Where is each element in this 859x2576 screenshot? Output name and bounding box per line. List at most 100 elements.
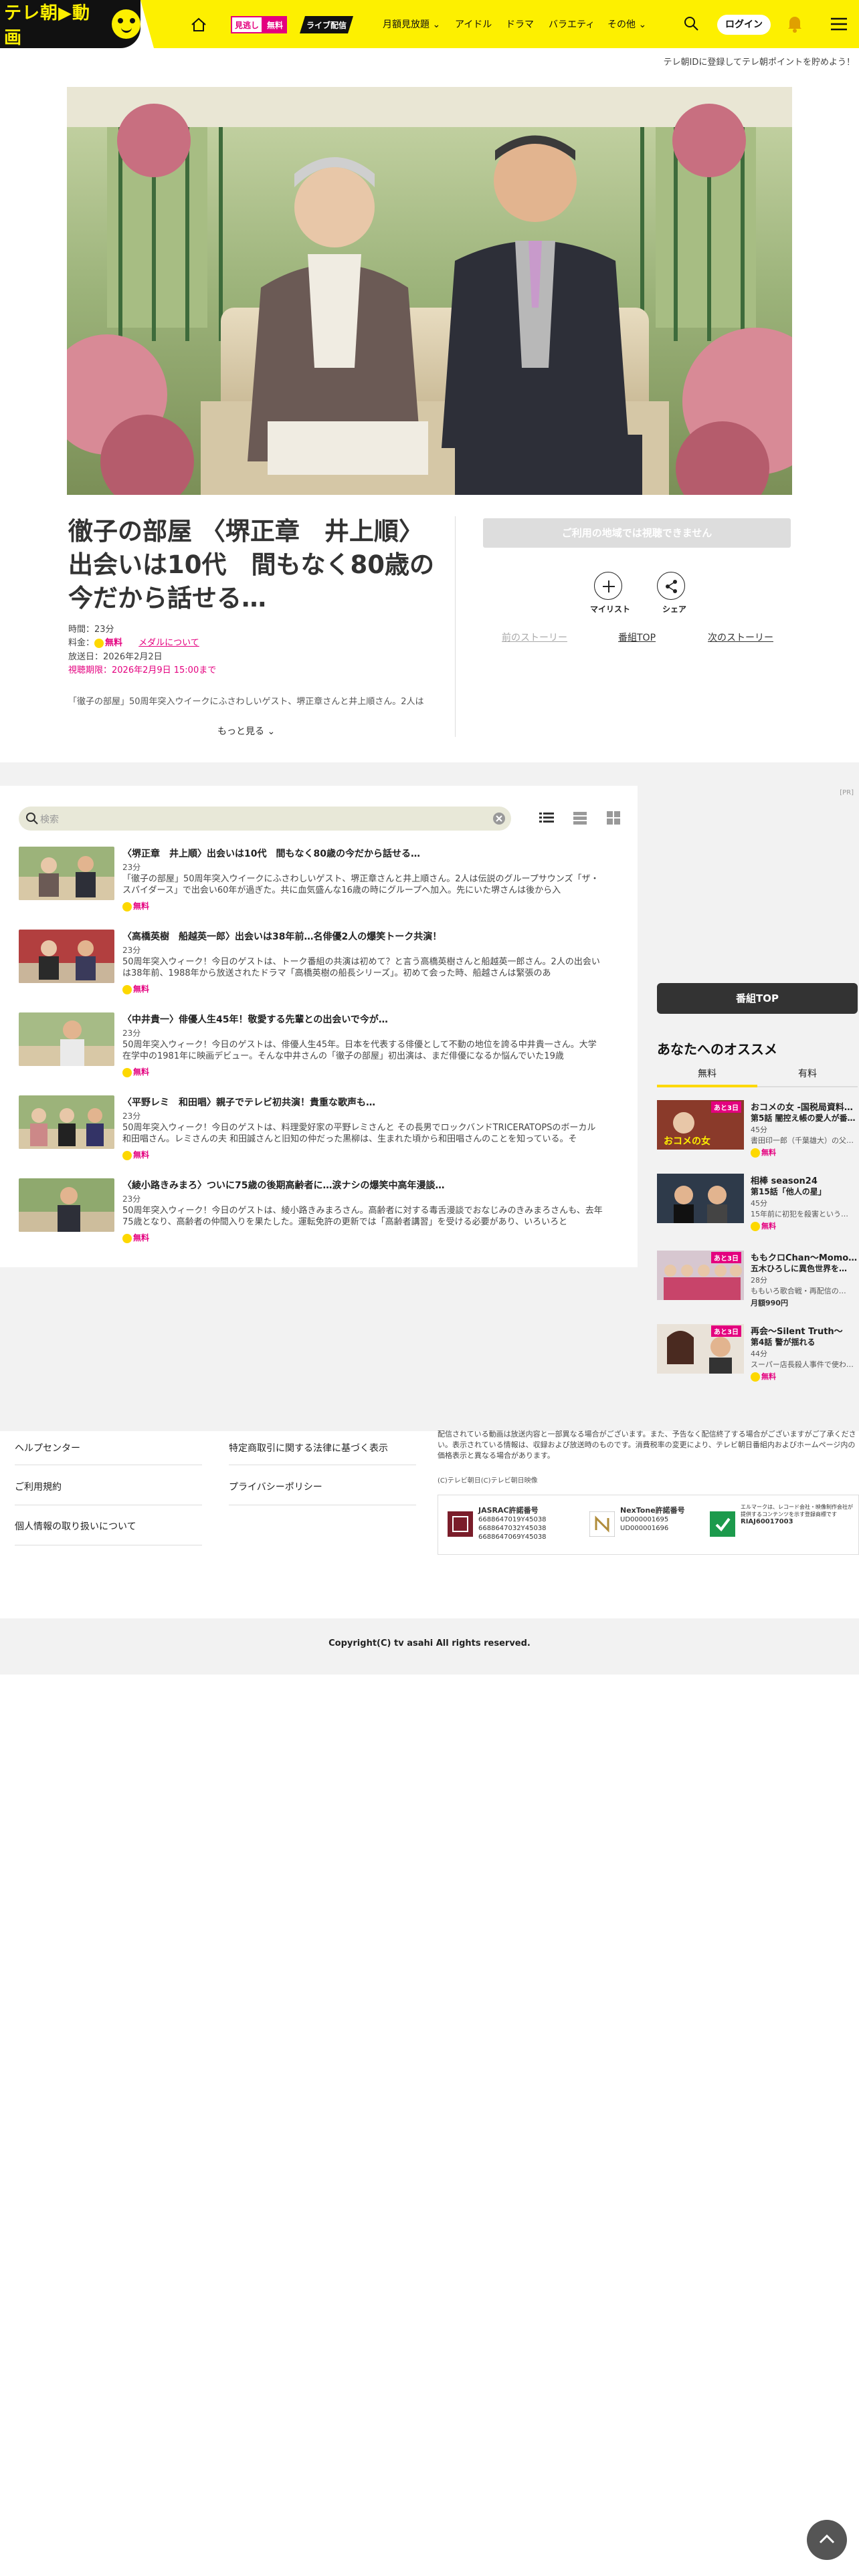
free-coin-icon <box>751 1372 760 1382</box>
episode-thumbnail <box>19 1178 114 1232</box>
recommend-desc: 書田印一郎（千葉雄大）の父… <box>751 1136 854 1145</box>
medal-info-link[interactable]: メダルについて <box>138 638 199 648</box>
site-logo[interactable]: テレ朝▶動画 <box>0 0 140 48</box>
episode-title: 〈綾小路きみまろ〉ついに75歳の後期高齢者に…涙ナシの爆笑中高年漫談… <box>122 1180 445 1191</box>
mascot-icon <box>111 9 140 39</box>
mylist-button[interactable] <box>594 572 622 600</box>
unavailable-region-button[interactable]: ご利用の地域では視聴できません <box>483 518 791 548</box>
recommend-duration: 28分 <box>751 1276 767 1285</box>
episode-item[interactable]: 〈堺正章 井上順〉出会いは10代 間もなく80歳の今だから話せる… 23分 「徹… <box>19 847 621 922</box>
login-button[interactable]: ログイン <box>717 15 771 35</box>
recommend-desc: スーパー店長殺人事件で使わ… <box>751 1360 854 1369</box>
footer-link-privacy[interactable]: プライバシーポリシー <box>229 1480 322 1493</box>
program-top-button[interactable]: 番組TOP <box>657 983 858 1014</box>
jasrac-logo-icon <box>448 1511 473 1537</box>
recommend-series: ももクロChan〜Momo… <box>751 1253 858 1263</box>
free-coin-icon <box>751 1148 760 1158</box>
episode-description: 50周年突入ウィーク！今日のゲストは、トーク番組の共演は初めて？と言う高橋英樹さ… <box>122 957 600 978</box>
recommend-series: 相棒 season24 <box>751 1176 818 1186</box>
prev-story-link[interactable]: 前のストーリー <box>502 631 567 644</box>
viewing-deadline: 視聴期限：2026年2月9日 15:00まで <box>68 665 217 675</box>
search-icon[interactable] <box>682 15 700 32</box>
price-value: 無料 <box>105 638 123 648</box>
tab-paid[interactable]: 有料 <box>757 1067 858 1080</box>
episode-item[interactable]: 〈中井貴一〉俳優人生45年！敬愛する先輩との出会いで今が… 23分 50周年突入… <box>19 1012 621 1087</box>
grid-view-icon[interactable] <box>605 809 622 827</box>
recommend-item[interactable]: あと3日 再会〜Silent Truth〜 第4話 警が揺れる 44分 スーパー… <box>657 1324 858 1391</box>
recommend-item[interactable]: おコメの女 あと3日 おコメの女 -国税局資料… 第5話 闇控え帳の愛人が番籍…… <box>657 1100 858 1167</box>
episode-price: 無料 <box>122 1232 149 1243</box>
program-title: 徹子の部屋 〈堺正章 井上順〉出会いは10代 間もなく80歳の今だから話せる… <box>68 517 434 613</box>
program-description: 「徹子の部屋」50周年突入ウイークにふさわしいゲスト、堺正章さんと井上順さん。2… <box>68 697 424 707</box>
episode-duration: 23分 <box>122 1194 141 1204</box>
episode-description: 50周年突入ウィーク！今日のゲストは、料理愛好家の平野レミさんと その長男でロッ… <box>122 1123 596 1144</box>
notification-bell-icon[interactable] <box>786 13 803 33</box>
tab-free[interactable]: 無料 <box>657 1067 757 1080</box>
header: テレ朝▶動画 見逃し 無料 ライブ配信 月額見放題 ⌄ アイドル ドラマ バラエ… <box>0 0 859 48</box>
recommend-thumbnail <box>657 1174 744 1223</box>
episode-item[interactable]: 〈平野レミ 和田唱〉親子でテレビ初共演！貴重な歌声も… 23分 50周年突入ウィ… <box>19 1095 621 1170</box>
svg-text:おコメの女: おコメの女 <box>664 1136 710 1147</box>
footer-link-help[interactable]: ヘルプセンター <box>15 1441 80 1455</box>
free-coin-icon <box>122 1233 132 1243</box>
nav-subscription[interactable]: 月額見放題 ⌄ <box>383 17 440 31</box>
days-left-badge: あと3日 <box>711 1325 741 1337</box>
share-button[interactable] <box>657 572 685 600</box>
list-view-icon[interactable] <box>538 809 555 827</box>
footer-link-personal-info[interactable]: 個人情報の取り扱いについて <box>15 1519 136 1533</box>
episode-duration: 23分 <box>122 946 141 955</box>
nav-idol[interactable]: アイドル <box>455 17 492 31</box>
recommend-thumbnail: おコメの女 あと3日 <box>657 1100 744 1150</box>
episode-search-input[interactable] <box>19 807 511 831</box>
live-stream-link[interactable]: ライブ配信 <box>300 16 353 33</box>
footer-notice: 配信されている動画は放送内容と一部異なる場合がございます。また、予告なく配信終了… <box>438 1430 856 1460</box>
price-row: 料金： 無料 メダルについて <box>68 635 199 648</box>
footer-link-commerce-law[interactable]: 特定商取引に関する法律に基づく表示 <box>229 1441 388 1455</box>
episode-title: 〈平野レミ 和田唱〉親子でテレビ初共演！貴重な歌声も… <box>122 1097 375 1108</box>
clear-icon[interactable] <box>492 812 506 825</box>
plus-icon <box>603 580 615 593</box>
recommend-price: 無料 <box>751 1147 776 1158</box>
recommend-episode: 第15話「他人の星」 <box>751 1187 826 1196</box>
nav-other[interactable]: その他 ⌄ <box>607 17 646 31</box>
live-label: ライブ配信 <box>306 21 347 30</box>
next-story-link[interactable]: 次のストーリー <box>708 631 773 644</box>
jasrac-info: JASRAC許諾番号 6688647019Y45038 6688647032Y4… <box>478 1506 547 1541</box>
episode-item[interactable]: 〈高橋英樹 船越英一郎〉出会いは38年前…名俳優2人の爆笑トーク共演！ 23分 … <box>19 930 621 1004</box>
ad-label: [PR] <box>840 789 854 796</box>
recommend-item[interactable]: 相棒 season24 第15話「他人の星」 45分 15年前に初犯を殺害という… <box>657 1174 858 1241</box>
episode-item[interactable]: 〈綾小路きみまろ〉ついに75歳の後期高齢者に…涙ナシの爆笑中高年漫談… 23分 … <box>19 1178 621 1253</box>
episode-thumbnail <box>19 930 114 983</box>
show-more-button[interactable]: もっと見る ⌄ <box>217 724 275 738</box>
nav-variety[interactable]: バラエティ <box>549 17 595 31</box>
program-top-link[interactable]: 番組TOP <box>618 631 656 644</box>
nextone-info: NexTone許諾番号 UD000001695 UD000001696 <box>620 1506 685 1532</box>
recommend-desc: 15年前に初犯を殺害という… <box>751 1210 848 1218</box>
nav-drama[interactable]: ドラマ <box>506 17 534 31</box>
episode-price: 無料 <box>122 1149 149 1160</box>
recommend-episode: 五木ひろしに異色世界を… <box>751 1264 848 1273</box>
episode-price: 無料 <box>122 983 149 994</box>
days-left-badge: あと3日 <box>711 1101 741 1113</box>
tv-asahi-id-notice[interactable]: テレ朝IDに登録してテレ朝ポイントを貯めよう！ <box>664 55 859 68</box>
episode-thumbnail <box>19 1012 114 1066</box>
tab-underline <box>757 1086 858 1087</box>
free-coin-icon <box>94 638 104 648</box>
episode-title: 〈中井貴一〉俳優人生45年！敬愛する先輩との出会いで今が… <box>122 1014 388 1025</box>
price-label: 料金： <box>68 638 95 648</box>
logo-text: テレ朝▶動画 <box>4 3 91 48</box>
back-to-top-button[interactable] <box>807 2520 847 2560</box>
footer-link-terms[interactable]: ご利用規約 <box>15 1480 62 1493</box>
search-icon <box>26 813 38 825</box>
recommend-item[interactable]: あと3日 ももクロChan〜Momo… 五木ひろしに異色世界を… 28分 ももい… <box>657 1251 858 1317</box>
program-hero-image <box>67 87 792 495</box>
hamburger-menu-icon[interactable] <box>830 16 848 32</box>
episode-description: 50周年突入ウィーク！今日のゲストは、綾小路きみまろさん。高齢者に対する毒舌漫談… <box>122 1206 603 1227</box>
compact-view-icon[interactable] <box>571 809 589 827</box>
episode-thumbnail <box>19 1095 114 1149</box>
recommend-thumbnail: あと3日 <box>657 1251 744 1300</box>
catchup-label: 見逃し <box>231 16 264 33</box>
catchup-free-link[interactable]: 見逃し 無料 <box>231 16 288 33</box>
home-icon[interactable] <box>190 16 207 33</box>
recommend-duration: 45分 <box>751 1125 767 1134</box>
